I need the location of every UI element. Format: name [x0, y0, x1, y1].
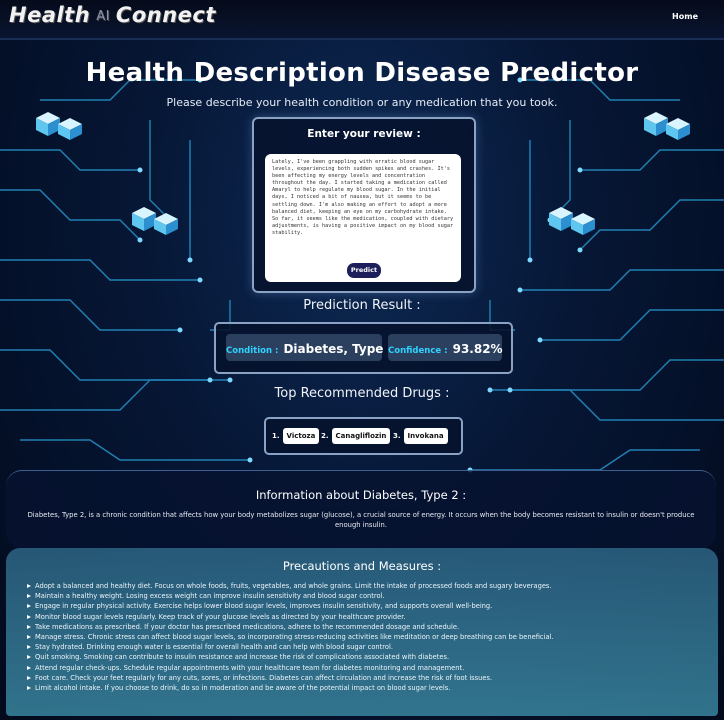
precaution-item: Stay hydrated. Drinking enough water is …	[27, 642, 707, 652]
drug-item: 2. Canagliflozin	[321, 428, 391, 444]
precaution-text: Manage stress. Chronic stress can affect…	[35, 633, 554, 642]
precaution-text: Quit smoking. Smoking can contribute to …	[35, 653, 450, 662]
precaution-item: Attend regular check-ups. Schedule regul…	[27, 663, 707, 673]
page-title: Health Description Disease Predictor	[85, 58, 639, 88]
predict-button[interactable]: Predict	[347, 263, 381, 278]
arrow-bullet-icon	[27, 604, 31, 609]
disease-info-section: Information about Diabetes, Type 2 : Dia…	[6, 470, 716, 549]
review-card: Enter your review : Lately, I've been gr…	[252, 117, 476, 293]
precaution-item: Monitor blood sugar levels regularly. Ke…	[27, 612, 707, 622]
brand-connect: Connect	[115, 3, 216, 27]
confidence-label: Confidence :	[388, 346, 448, 356]
drug-number: 2.	[321, 432, 329, 440]
top-navbar: Health AI Connect Home	[0, 0, 724, 40]
precaution-item: Manage stress. Chronic stress can affect…	[27, 632, 707, 642]
condition-pill: Condition : Diabetes, Type 2	[226, 334, 396, 361]
arrow-bullet-icon	[27, 665, 31, 670]
arrow-bullet-icon	[27, 594, 31, 599]
review-textarea[interactable]: Lately, I've been grappling with erratic…	[265, 154, 461, 282]
disease-info-text: Diabetes, Type 2, is a chronic condition…	[27, 511, 695, 529]
arrow-bullet-icon	[27, 624, 31, 629]
arrow-bullet-icon	[27, 655, 31, 660]
precaution-item: Foot care. Check your feet regularly for…	[27, 673, 707, 683]
condition-value: Diabetes, Type 2	[283, 342, 396, 356]
precaution-text: Engage in regular physical activity. Exe…	[35, 602, 493, 611]
arrow-bullet-icon	[27, 675, 31, 680]
drug-item: 1. Victoza	[272, 428, 320, 444]
drug-chip[interactable]: Invokana	[403, 428, 448, 444]
precaution-text: Stay hydrated. Drinking enough water is …	[35, 643, 393, 652]
precautions-section: Precautions and Measures : Adopt a balan…	[6, 548, 718, 716]
precaution-item: Adopt a balanced and healthy diet. Focus…	[27, 581, 707, 591]
review-label: Enter your review :	[307, 128, 421, 140]
confidence-pill: Confidence : 93.82%	[388, 334, 503, 361]
precautions-list: Adopt a balanced and healthy diet. Focus…	[27, 581, 707, 693]
review-text: Lately, I've been grappling with erratic…	[272, 159, 454, 236]
arrow-bullet-icon	[27, 686, 31, 691]
precaution-text: Take medications as prescribed. If your …	[35, 622, 460, 631]
brand-logo[interactable]: Health AI Connect	[9, 3, 216, 27]
page-subtitle: Please describe your health condition or…	[166, 96, 558, 109]
precaution-item: Maintain a healthy weight. Losing excess…	[27, 591, 707, 601]
drug-chip[interactable]: Canagliflozin	[331, 428, 391, 444]
precaution-text: Monitor blood sugar levels regularly. Ke…	[35, 612, 406, 621]
drug-item: 3. Invokana	[393, 428, 448, 444]
precautions-title: Precautions and Measures :	[282, 559, 442, 573]
precaution-text: Adopt a balanced and healthy diet. Focus…	[35, 582, 552, 590]
precaution-item: Limit alcohol intake. If you choose to d…	[27, 683, 707, 693]
precaution-text: Limit alcohol intake. If you choose to d…	[35, 684, 451, 693]
precaution-text: Foot care. Check your feet regularly for…	[35, 673, 493, 682]
recommended-drugs-heading: Top Recommended Drugs :	[274, 386, 450, 401]
precaution-item: Engage in regular physical activity. Exe…	[27, 601, 707, 611]
brand-health: Health	[9, 3, 91, 27]
recommended-drugs-box: 1. Victoza 2. Canagliflozin 3. Invokana	[264, 417, 463, 455]
precaution-item: Quit smoking. Smoking can contribute to …	[27, 652, 707, 662]
brand-ai: AI	[96, 9, 110, 24]
arrow-bullet-icon	[27, 645, 31, 650]
precaution-text: Maintain a healthy weight. Losing excess…	[35, 592, 385, 601]
drug-number: 3.	[393, 432, 401, 440]
precaution-text: Attend regular check-ups. Schedule regul…	[35, 663, 465, 672]
prediction-result-heading: Prediction Result :	[303, 298, 421, 313]
condition-label: Condition :	[226, 346, 279, 356]
arrow-bullet-icon	[27, 614, 31, 619]
arrow-bullet-icon	[27, 584, 31, 588]
drug-number: 1.	[272, 432, 280, 440]
disease-info-title: Information about Diabetes, Type 2 :	[255, 488, 467, 502]
precaution-item: Take medications as prescribed. If your …	[27, 622, 707, 632]
nav-home-link[interactable]: Home	[672, 12, 698, 21]
confidence-value: 93.82%	[452, 342, 503, 356]
prediction-result-box: Condition : Diabetes, Type 2 Confidence …	[214, 322, 513, 374]
main-content: Health Description Disease Predictor Ple…	[0, 0, 724, 720]
arrow-bullet-icon	[27, 635, 31, 640]
drug-chip[interactable]: Victoza	[282, 428, 320, 444]
